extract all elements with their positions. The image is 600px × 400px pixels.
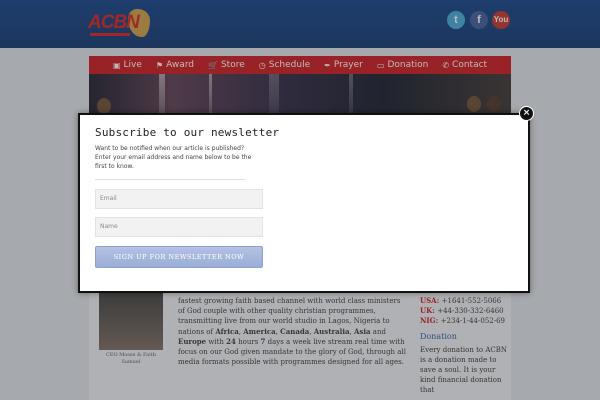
email-field[interactable]: Email	[95, 189, 263, 209]
signup-button[interactable]: SIGN UP FOR NEWSLETTER NOW	[95, 246, 263, 268]
modal-title: Subscribe to our newsletter	[95, 126, 280, 139]
modal-description: Want to be notified when our article is …	[95, 145, 252, 170]
divider	[95, 179, 245, 180]
newsletter-modal: Subscribe to our newsletter Want to be n…	[78, 113, 530, 293]
name-field[interactable]: Name	[95, 217, 263, 237]
close-icon[interactable]: ×	[519, 106, 534, 121]
